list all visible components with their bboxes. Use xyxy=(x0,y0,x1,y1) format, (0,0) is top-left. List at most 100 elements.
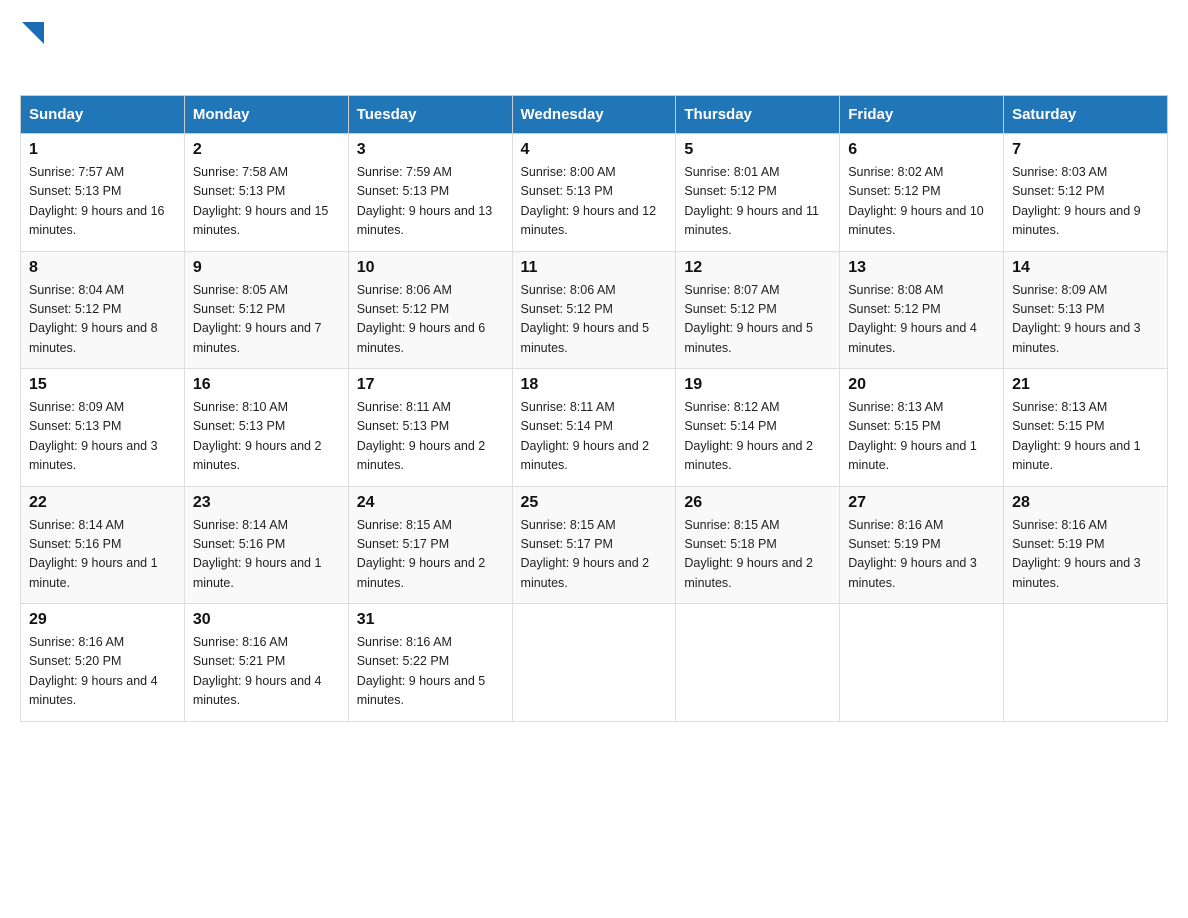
day-info: Sunrise: 7:57 AMSunset: 5:13 PMDaylight:… xyxy=(29,163,176,241)
day-info: Sunrise: 8:16 AMSunset: 5:19 PMDaylight:… xyxy=(848,516,995,594)
day-info: Sunrise: 8:15 AMSunset: 5:17 PMDaylight:… xyxy=(357,516,504,594)
calendar-cell: 17 Sunrise: 8:11 AMSunset: 5:13 PMDayligh… xyxy=(348,369,512,487)
calendar-cell: 28 Sunrise: 8:16 AMSunset: 5:19 PMDayligh… xyxy=(1004,486,1168,604)
day-info: Sunrise: 8:00 AMSunset: 5:13 PMDaylight:… xyxy=(521,163,668,241)
day-number: 24 xyxy=(357,494,504,512)
day-info: Sunrise: 8:15 AMSunset: 5:17 PMDaylight:… xyxy=(521,516,668,594)
header-wednesday: Wednesday xyxy=(512,96,676,134)
day-number: 28 xyxy=(1012,494,1159,512)
calendar-cell: 15 Sunrise: 8:09 AMSunset: 5:13 PMDayligh… xyxy=(21,369,185,487)
day-number: 19 xyxy=(684,376,831,394)
calendar-week-row: 22 Sunrise: 8:14 AMSunset: 5:16 PMDayligh… xyxy=(21,486,1168,604)
calendar-cell: 31Sunrise: 8:16 AMSunset: 5:22 PMDayligh… xyxy=(348,604,512,722)
calendar-cell: 20Sunrise: 8:13 AMSunset: 5:15 PMDayligh… xyxy=(840,369,1004,487)
calendar-cell xyxy=(512,604,676,722)
day-info: Sunrise: 8:14 AMSunset: 5:16 PMDaylight:… xyxy=(193,516,340,594)
header-sunday: Sunday xyxy=(21,96,185,134)
calendar-week-row: 15 Sunrise: 8:09 AMSunset: 5:13 PMDayligh… xyxy=(21,369,1168,487)
day-info: Sunrise: 8:16 AMSunset: 5:21 PMDaylight:… xyxy=(193,633,340,711)
day-info: Sunrise: 8:07 AMSunset: 5:12 PMDaylight:… xyxy=(684,281,831,359)
calendar-cell: 29Sunrise: 8:16 AMSunset: 5:20 PMDayligh… xyxy=(21,604,185,722)
calendar-cell: 14 Sunrise: 8:09 AMSunset: 5:13 PMDayligh… xyxy=(1004,251,1168,369)
day-number: 25 xyxy=(521,494,668,512)
day-number: 17 xyxy=(357,376,504,394)
header-friday: Friday xyxy=(840,96,1004,134)
calendar-cell: 11 Sunrise: 8:06 AMSunset: 5:12 PMDayligh… xyxy=(512,251,676,369)
day-info: Sunrise: 8:09 AMSunset: 5:13 PMDaylight:… xyxy=(29,398,176,476)
day-number: 18 xyxy=(521,376,668,394)
day-number: 3 xyxy=(357,141,504,159)
calendar-header-row: SundayMondayTuesdayWednesdayThursdayFrid… xyxy=(21,96,1168,134)
calendar-cell xyxy=(840,604,1004,722)
day-number: 16 xyxy=(193,376,340,394)
day-number: 7 xyxy=(1012,141,1159,159)
day-number: 14 xyxy=(1012,259,1159,277)
day-info: Sunrise: 8:02 AMSunset: 5:12 PMDaylight:… xyxy=(848,163,995,241)
day-info: Sunrise: 8:16 AMSunset: 5:20 PMDaylight:… xyxy=(29,633,176,711)
day-info: Sunrise: 8:04 AMSunset: 5:12 PMDaylight:… xyxy=(29,281,176,359)
day-info: Sunrise: 8:15 AMSunset: 5:18 PMDaylight:… xyxy=(684,516,831,594)
calendar-cell: 24 Sunrise: 8:15 AMSunset: 5:17 PMDayligh… xyxy=(348,486,512,604)
day-info: Sunrise: 8:12 AMSunset: 5:14 PMDaylight:… xyxy=(684,398,831,476)
header-thursday: Thursday xyxy=(676,96,840,134)
calendar-cell: 13 Sunrise: 8:08 AMSunset: 5:12 PMDayligh… xyxy=(840,251,1004,369)
calendar-cell: 10 Sunrise: 8:06 AMSunset: 5:12 PMDayligh… xyxy=(348,251,512,369)
day-number: 1 xyxy=(29,141,176,159)
calendar-cell: 2 Sunrise: 7:58 AMSunset: 5:13 PMDaylight… xyxy=(184,134,348,252)
header-saturday: Saturday xyxy=(1004,96,1168,134)
calendar-cell: 5 Sunrise: 8:01 AMSunset: 5:12 PMDaylight… xyxy=(676,134,840,252)
day-info: Sunrise: 8:09 AMSunset: 5:13 PMDaylight:… xyxy=(1012,281,1159,359)
day-number: 10 xyxy=(357,259,504,277)
day-number: 22 xyxy=(29,494,176,512)
calendar-cell: 12 Sunrise: 8:07 AMSunset: 5:12 PMDayligh… xyxy=(676,251,840,369)
day-number: 13 xyxy=(848,259,995,277)
day-number: 6 xyxy=(848,141,995,159)
header-monday: Monday xyxy=(184,96,348,134)
calendar-cell: 1 Sunrise: 7:57 AMSunset: 5:13 PMDaylight… xyxy=(21,134,185,252)
day-info: Sunrise: 8:16 AMSunset: 5:19 PMDaylight:… xyxy=(1012,516,1159,594)
calendar-cell: 6 Sunrise: 8:02 AMSunset: 5:12 PMDaylight… xyxy=(840,134,1004,252)
calendar-cell: 21 Sunrise: 8:13 AMSunset: 5:15 PMDayligh… xyxy=(1004,369,1168,487)
day-number: 11 xyxy=(521,259,668,277)
day-number: 23 xyxy=(193,494,340,512)
day-info: Sunrise: 8:06 AMSunset: 5:12 PMDaylight:… xyxy=(521,281,668,359)
day-info: Sunrise: 8:11 AMSunset: 5:13 PMDaylight:… xyxy=(357,398,504,476)
calendar-cell xyxy=(1004,604,1168,722)
day-number: 12 xyxy=(684,259,831,277)
day-number: 15 xyxy=(29,376,176,394)
day-number: 8 xyxy=(29,259,176,277)
day-number: 21 xyxy=(1012,376,1159,394)
calendar-cell xyxy=(676,604,840,722)
day-number: 26 xyxy=(684,494,831,512)
day-number: 5 xyxy=(684,141,831,159)
header-tuesday: Tuesday xyxy=(348,96,512,134)
day-info: Sunrise: 8:13 AMSunset: 5:15 PMDaylight:… xyxy=(1012,398,1159,476)
day-info: Sunrise: 8:08 AMSunset: 5:12 PMDaylight:… xyxy=(848,281,995,359)
calendar-cell: 9Sunrise: 8:05 AMSunset: 5:12 PMDaylight… xyxy=(184,251,348,369)
page-header xyxy=(20,20,1168,75)
day-info: Sunrise: 7:58 AMSunset: 5:13 PMDaylight:… xyxy=(193,163,340,241)
day-number: 27 xyxy=(848,494,995,512)
day-info: Sunrise: 8:06 AMSunset: 5:12 PMDaylight:… xyxy=(357,281,504,359)
logo-arrow-icon xyxy=(22,22,44,44)
day-info: Sunrise: 8:10 AMSunset: 5:13 PMDaylight:… xyxy=(193,398,340,476)
logo xyxy=(20,20,44,75)
calendar-week-row: 8 Sunrise: 8:04 AMSunset: 5:12 PMDaylight… xyxy=(21,251,1168,369)
day-info: Sunrise: 8:03 AMSunset: 5:12 PMDaylight:… xyxy=(1012,163,1159,241)
calendar-cell: 30Sunrise: 8:16 AMSunset: 5:21 PMDayligh… xyxy=(184,604,348,722)
calendar-cell: 22Sunrise: 8:14 AMSunset: 5:16 PMDayligh… xyxy=(21,486,185,604)
calendar-cell: 27 Sunrise: 8:16 AMSunset: 5:19 PMDayligh… xyxy=(840,486,1004,604)
calendar-cell: 16 Sunrise: 8:10 AMSunset: 5:13 PMDayligh… xyxy=(184,369,348,487)
calendar-cell: 18Sunrise: 8:11 AMSunset: 5:14 PMDayligh… xyxy=(512,369,676,487)
calendar-cell: 8 Sunrise: 8:04 AMSunset: 5:12 PMDaylight… xyxy=(21,251,185,369)
calendar-cell: 25 Sunrise: 8:15 AMSunset: 5:17 PMDayligh… xyxy=(512,486,676,604)
calendar-cell: 3Sunrise: 7:59 AMSunset: 5:13 PMDaylight… xyxy=(348,134,512,252)
day-number: 9 xyxy=(193,259,340,277)
day-number: 31 xyxy=(357,611,504,629)
day-number: 2 xyxy=(193,141,340,159)
day-info: Sunrise: 8:01 AMSunset: 5:12 PMDaylight:… xyxy=(684,163,831,241)
calendar-cell: 23 Sunrise: 8:14 AMSunset: 5:16 PMDayligh… xyxy=(184,486,348,604)
day-info: Sunrise: 8:13 AMSunset: 5:15 PMDaylight:… xyxy=(848,398,995,476)
calendar-cell: 19 Sunrise: 8:12 AMSunset: 5:14 PMDayligh… xyxy=(676,369,840,487)
day-number: 4 xyxy=(521,141,668,159)
